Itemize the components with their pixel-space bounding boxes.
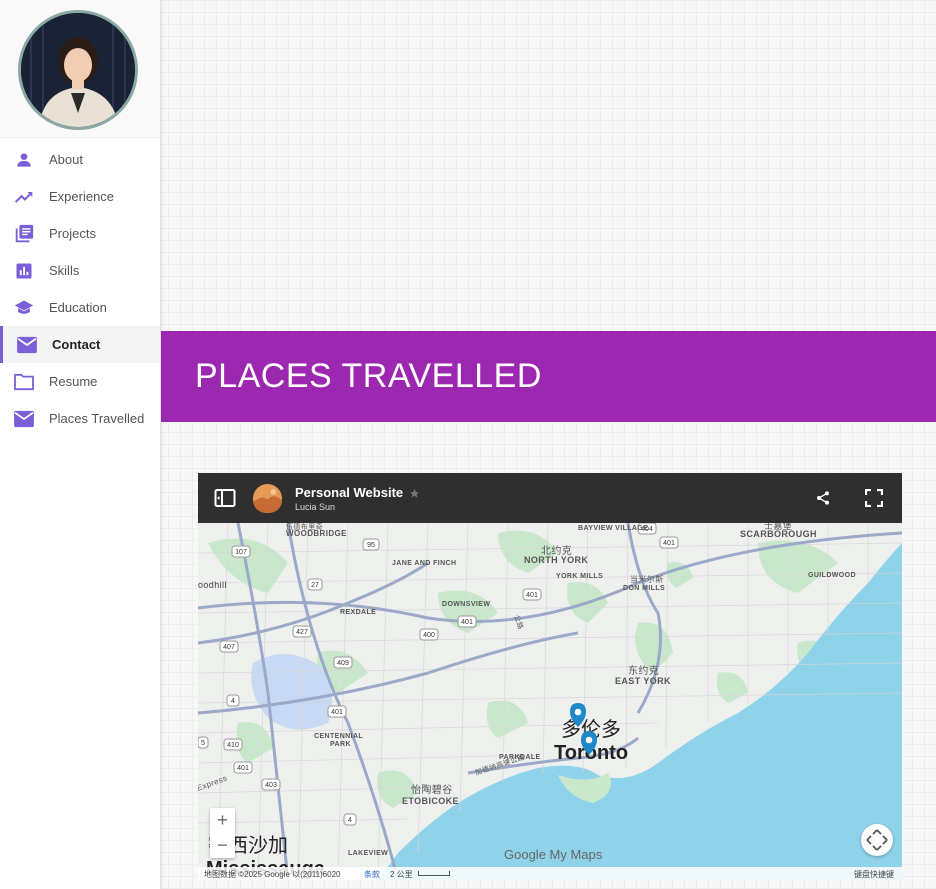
nav-item-experience[interactable]: Experience <box>0 178 160 215</box>
map-label: ETOBICOKE <box>402 796 459 806</box>
scale-label: 2 公里 <box>390 870 413 879</box>
nav-item-about[interactable]: About <box>0 141 160 178</box>
map-brand: Google My Maps <box>504 847 603 862</box>
map-title[interactable]: Personal Website <box>295 485 403 500</box>
route-shield: 407 <box>223 644 235 651</box>
map-label: YORK MILLS <box>556 573 603 580</box>
share-icon[interactable] <box>815 489 831 512</box>
trending-up-icon <box>12 185 36 209</box>
nav-item-label: Education <box>49 300 107 315</box>
section-title: PLACES TRAVELLED <box>195 357 542 395</box>
scale-bar <box>418 871 450 876</box>
map-label: GUILDWOOD <box>808 572 856 579</box>
nav-item-label: Places Travelled <box>49 411 145 426</box>
map-label: CENTENNIAL <box>314 733 363 740</box>
attribution-text: 地图数据 ©2025 Google 以(2011)6020 <box>204 870 341 879</box>
route-shield: 427 <box>296 629 308 636</box>
star-icon[interactable] <box>409 486 420 504</box>
recenter-icon <box>866 829 888 851</box>
nav-item-label: Experience <box>49 189 115 204</box>
nav-item-resume[interactable]: Resume <box>0 363 160 400</box>
route-shield: 401 <box>663 540 675 547</box>
map-label: DOWNSVIEW <box>442 601 490 608</box>
library-books-icon <box>12 222 36 246</box>
route-shield: 400 <box>423 632 435 639</box>
nav-item-education[interactable]: Education <box>0 289 160 326</box>
sidebar: About Experience Projects Skills Educati… <box>0 0 161 889</box>
nav-item-skills[interactable]: Skills <box>0 252 160 289</box>
bar-chart-icon <box>12 259 36 283</box>
map-canvas[interactable]: 107 95 27 427 409 401 400 401 401 404 40… <box>198 523 902 880</box>
nav-item-projects[interactable]: Projects <box>0 215 160 252</box>
map-embed[interactable]: Personal Website Lucia Sun 107 95 27 427… <box>198 473 902 880</box>
map-label: WOODBRIDGE <box>286 529 347 538</box>
avatar <box>18 10 138 130</box>
mail-icon <box>12 407 36 431</box>
route-shield: 410 <box>227 742 239 749</box>
map-owner: Lucia Sun <box>295 502 336 512</box>
map-label: PARK <box>330 741 351 748</box>
map-label: BAYVIEW VILLAGE <box>578 525 648 532</box>
nav-item-label: Projects <box>49 226 96 241</box>
side-panel-icon[interactable] <box>214 488 236 513</box>
route-shield: 403 <box>265 782 277 789</box>
person-icon <box>12 148 36 172</box>
terms-link[interactable]: 条款 <box>364 869 380 880</box>
route-shield: 4 <box>348 817 352 824</box>
route-shield: 401 <box>526 592 538 599</box>
map-label: REXDALE <box>340 609 376 616</box>
route-shield: 5 <box>201 740 205 747</box>
school-icon <box>12 296 36 320</box>
map-logo-icon <box>252 483 283 519</box>
map-label: JANE AND FINCH <box>392 560 456 567</box>
map-label: DON MILLS <box>623 585 665 592</box>
map-label: NORTH YORK <box>524 555 588 565</box>
map-label: LAKEVIEW <box>348 850 388 857</box>
map-label: 怡陶碧谷 <box>411 783 453 796</box>
fullscreen-icon[interactable] <box>864 488 884 512</box>
zoom-in-button[interactable]: + <box>210 808 235 833</box>
map-label: 当米尔斯 <box>630 574 664 584</box>
zoom-out-button[interactable]: − <box>210 833 235 858</box>
profile-header <box>0 0 160 138</box>
route-shield: 95 <box>367 542 375 549</box>
nav-item-label: Skills <box>49 263 80 278</box>
nav-item-label: Resume <box>49 374 98 389</box>
map-attribution: 地图数据 ©2025 Google 以(2011)6020 条款 2 公里 键盘… <box>198 867 902 880</box>
map-label: EAST YORK <box>615 676 671 686</box>
map-label: SCARBOROUGH <box>740 529 817 539</box>
nav-item-label: Contact <box>52 337 101 352</box>
map-header: Personal Website Lucia Sun <box>198 473 902 523</box>
route-shield: 401 <box>461 619 473 626</box>
zoom-control: + − <box>210 808 235 858</box>
section-banner: PLACES TRAVELLED <box>161 331 936 422</box>
map-label: oodhill <box>198 580 227 590</box>
route-shield: 409 <box>337 660 349 667</box>
keyboard-shortcuts-link[interactable]: 键盘快捷键 <box>854 869 894 880</box>
route-shield: 27 <box>311 582 319 589</box>
folder-icon <box>12 370 36 394</box>
route-shield: 401 <box>331 709 343 716</box>
nav-item-places-travelled[interactable]: Places Travelled <box>0 400 160 437</box>
route-shield: 4 <box>231 698 235 705</box>
nav-item-label: About <box>49 152 83 167</box>
route-shield: 107 <box>235 549 247 556</box>
nav-item-contact[interactable]: Contact <box>0 326 160 363</box>
mail-icon <box>15 333 39 357</box>
route-shield: 401 <box>237 765 249 772</box>
recenter-button[interactable] <box>861 824 893 856</box>
